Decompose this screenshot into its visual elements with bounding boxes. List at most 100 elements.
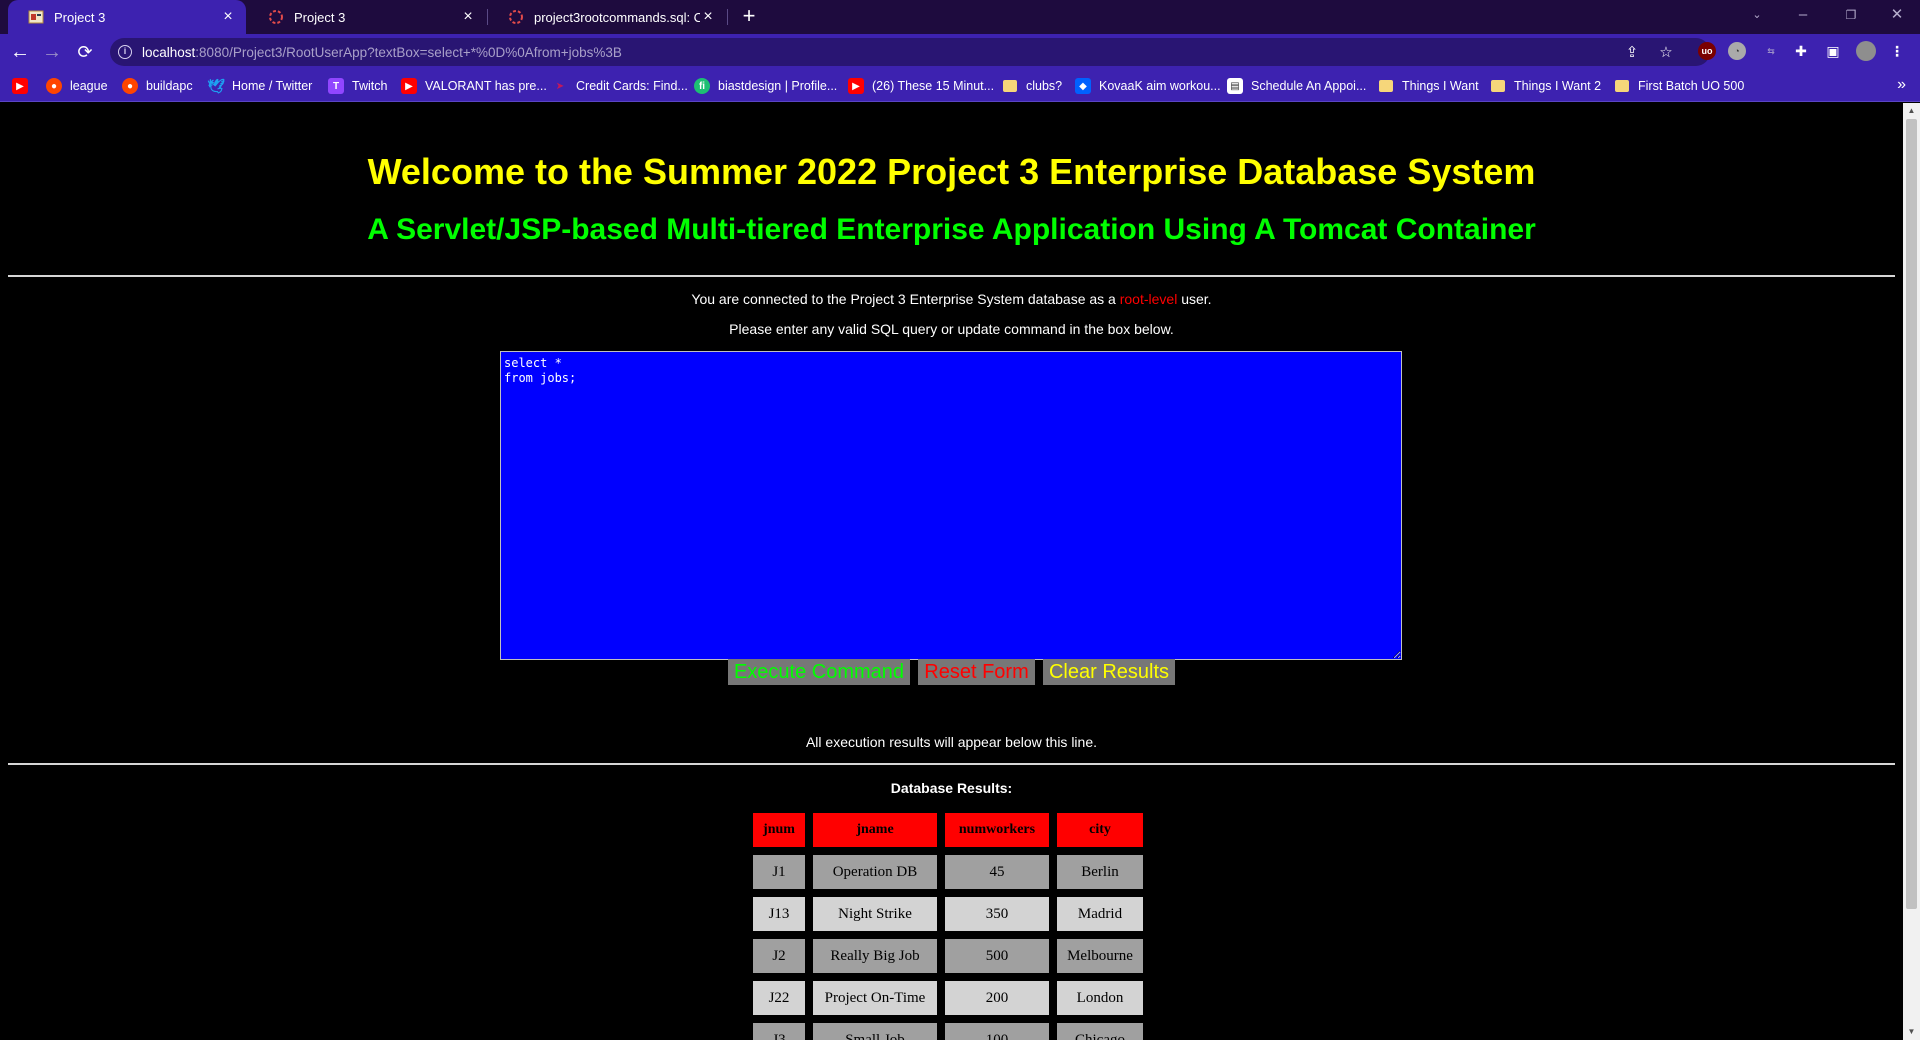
bookmark-credit-cards[interactable]: ➤ Credit Cards: Find... bbox=[552, 76, 688, 96]
bookmark-first-batch[interactable]: First Batch UO 500 bbox=[1614, 76, 1744, 96]
close-tab-icon[interactable]: × bbox=[220, 8, 236, 26]
site-info-icon[interactable]: i bbox=[118, 45, 132, 59]
table-cell: 350 bbox=[945, 897, 1049, 931]
fiverr-icon: fi bbox=[694, 78, 710, 94]
forward-arrow-icon[interactable]: → bbox=[38, 38, 66, 66]
table-cell: London bbox=[1057, 981, 1143, 1015]
connection-status: You are connected to the Project 3 Enter… bbox=[691, 291, 1212, 307]
page-content: Welcome to the Summer 2022 Project 3 Ent… bbox=[0, 103, 1903, 1040]
address-bar[interactable]: i localhost:8080/Project3/RootUserApp?te… bbox=[110, 38, 1710, 66]
table-row: J2 Really Big Job 500 Melbourne bbox=[753, 939, 1143, 973]
share-icon[interactable]: ⇪ bbox=[1624, 45, 1640, 61]
table-cell: J2 bbox=[753, 939, 805, 973]
table-cell: Operation DB bbox=[813, 855, 937, 889]
page-title: Welcome to the Summer 2022 Project 3 Ent… bbox=[367, 151, 1536, 192]
divider-top bbox=[8, 275, 1895, 277]
reset-form-button[interactable]: Reset Form bbox=[918, 659, 1035, 685]
page-scrollbar[interactable]: ▲ ▼ bbox=[1903, 103, 1920, 1040]
youtube-icon: ▶ bbox=[848, 78, 864, 94]
side-panel-icon[interactable]: ▣ bbox=[1824, 42, 1842, 60]
table-cell: 45 bbox=[945, 855, 1049, 889]
bookmark-buildapc[interactable]: ● buildapc bbox=[122, 76, 193, 96]
results-note: All execution results will appear below … bbox=[805, 734, 1098, 750]
creditcard-icon: ➤ bbox=[555, 80, 565, 92]
table-cell: J1 bbox=[753, 855, 805, 889]
bookmark-youtube[interactable]: ▶ bbox=[12, 76, 36, 96]
bookmark-kovaak[interactable]: ◆ KovaaK aim workou... bbox=[1075, 76, 1221, 96]
table-cell: J22 bbox=[753, 981, 805, 1015]
minimize-icon[interactable]: – bbox=[1780, 0, 1826, 30]
browser-toolbar: ← → ⟳ i localhost:8080/Project3/RootUser… bbox=[0, 34, 1920, 70]
bookmark-things-i-want-2[interactable]: Things I Want 2 bbox=[1490, 76, 1601, 96]
scroll-down-icon[interactable]: ▼ bbox=[1903, 1024, 1920, 1040]
tab-search-icon[interactable]: ⌄ bbox=[1734, 0, 1780, 30]
ublock-extension-icon[interactable]: uo bbox=[1698, 42, 1716, 60]
table-cell: Project On-Time bbox=[813, 981, 937, 1015]
bookmark-fiverr[interactable]: fi biastdesign | Profile... bbox=[694, 76, 837, 96]
scrollbar-thumb[interactable] bbox=[1906, 119, 1917, 909]
close-window-icon[interactable]: ✕ bbox=[1874, 0, 1920, 30]
tab-sql-file[interactable]: project3rootcommands.sql: CNT4 × bbox=[488, 0, 726, 34]
divider-results bbox=[8, 763, 1895, 765]
bookmark-league[interactable]: ● league bbox=[46, 76, 108, 96]
bookmark-clubs[interactable]: clubs? bbox=[1002, 76, 1062, 96]
column-header: jname bbox=[813, 813, 937, 847]
table-row: J3 Small Job 100 Chicago bbox=[753, 1023, 1143, 1040]
table-cell: J3 bbox=[753, 1023, 805, 1040]
user-role: root-level bbox=[1119, 291, 1178, 307]
column-header: numworkers bbox=[945, 813, 1049, 847]
table-cell: 100 bbox=[945, 1023, 1049, 1040]
table-cell: 200 bbox=[945, 981, 1049, 1015]
tab-project3[interactable]: Project 3 × bbox=[248, 0, 486, 34]
reddit-icon: ● bbox=[122, 78, 138, 94]
back-arrow-icon[interactable]: ← bbox=[6, 38, 34, 66]
tab-project3-active[interactable]: Project 3 × bbox=[8, 0, 246, 34]
extensions-puzzle-icon[interactable]: ✚ bbox=[1792, 42, 1810, 60]
close-tab-icon[interactable]: × bbox=[700, 8, 716, 26]
bookmark-schedule[interactable]: ▤ Schedule An Appoi... bbox=[1227, 76, 1366, 96]
column-header: jnum bbox=[753, 813, 805, 847]
loading-spinner-icon bbox=[508, 9, 524, 25]
bookmark-twitter[interactable]: 🕊 Home / Twitter bbox=[207, 76, 312, 96]
table-cell: 500 bbox=[945, 939, 1049, 973]
bookmark-star-icon[interactable]: ☆ bbox=[1658, 45, 1674, 61]
column-header: city bbox=[1057, 813, 1143, 847]
bookmark-youtube-video[interactable]: ▶ (26) These 15 Minut... bbox=[848, 76, 994, 96]
results-table: jnum jname numworkers city J1 Operation … bbox=[745, 805, 1151, 1040]
restore-icon[interactable]: ❐ bbox=[1828, 0, 1874, 30]
profile-avatar-icon[interactable] bbox=[1856, 41, 1876, 61]
folder-icon bbox=[1378, 78, 1394, 94]
calendar-icon: ▤ bbox=[1227, 78, 1243, 94]
menu-kebab-icon[interactable]: ⋮ bbox=[1888, 42, 1906, 60]
bookmark-valorant[interactable]: ▶ VALORANT has pre... bbox=[401, 76, 547, 96]
tab-label: Project 3 bbox=[54, 9, 106, 25]
bookmark-things-i-want[interactable]: Things I Want bbox=[1378, 76, 1479, 96]
execute-command-button[interactable]: Execute Command bbox=[728, 659, 910, 685]
folder-icon bbox=[1002, 78, 1018, 94]
loading-spinner-icon bbox=[268, 9, 284, 25]
new-tab-button[interactable]: + bbox=[735, 3, 763, 31]
more-bookmarks-icon[interactable]: » bbox=[1897, 76, 1906, 94]
tab-label: Project 3 bbox=[294, 9, 346, 25]
youtube-icon: ▶ bbox=[401, 78, 417, 94]
reload-icon[interactable]: ⟳ bbox=[71, 38, 99, 66]
reddit-icon: ● bbox=[46, 78, 62, 94]
table-cell: Chicago bbox=[1057, 1023, 1143, 1040]
close-tab-icon[interactable]: × bbox=[460, 8, 476, 26]
tab-strip: Project 3 × Project 3 × project3rootcomm… bbox=[0, 0, 1920, 34]
extension-avatar-icon[interactable]: ◔ bbox=[1728, 42, 1746, 60]
sql-command-textarea[interactable] bbox=[500, 351, 1402, 660]
bookmark-twitch[interactable]: T Twitch bbox=[328, 76, 387, 96]
instructions-text: Please enter any valid SQL query or upda… bbox=[729, 321, 1174, 337]
url-text: localhost:8080/Project3/RootUserApp?text… bbox=[142, 44, 622, 60]
twitter-icon: 🕊 bbox=[207, 77, 225, 94]
table-row: J1 Operation DB 45 Berlin bbox=[753, 855, 1143, 889]
dropbox-icon: ◆ bbox=[1075, 78, 1091, 94]
clear-results-button[interactable]: Clear Results bbox=[1043, 659, 1175, 685]
table-cell: Madrid bbox=[1057, 897, 1143, 931]
tab-label: project3rootcommands.sql: CNT4 bbox=[534, 9, 700, 25]
bookmarks-bar: ▶ ● league ● buildapc 🕊 Home / Twitter T Twi… bbox=[0, 70, 1920, 102]
scroll-up-icon[interactable]: ▲ bbox=[1903, 103, 1920, 119]
extension-grey-icon[interactable]: ⇆ bbox=[1762, 42, 1780, 60]
table-cell: Night Strike bbox=[813, 897, 937, 931]
